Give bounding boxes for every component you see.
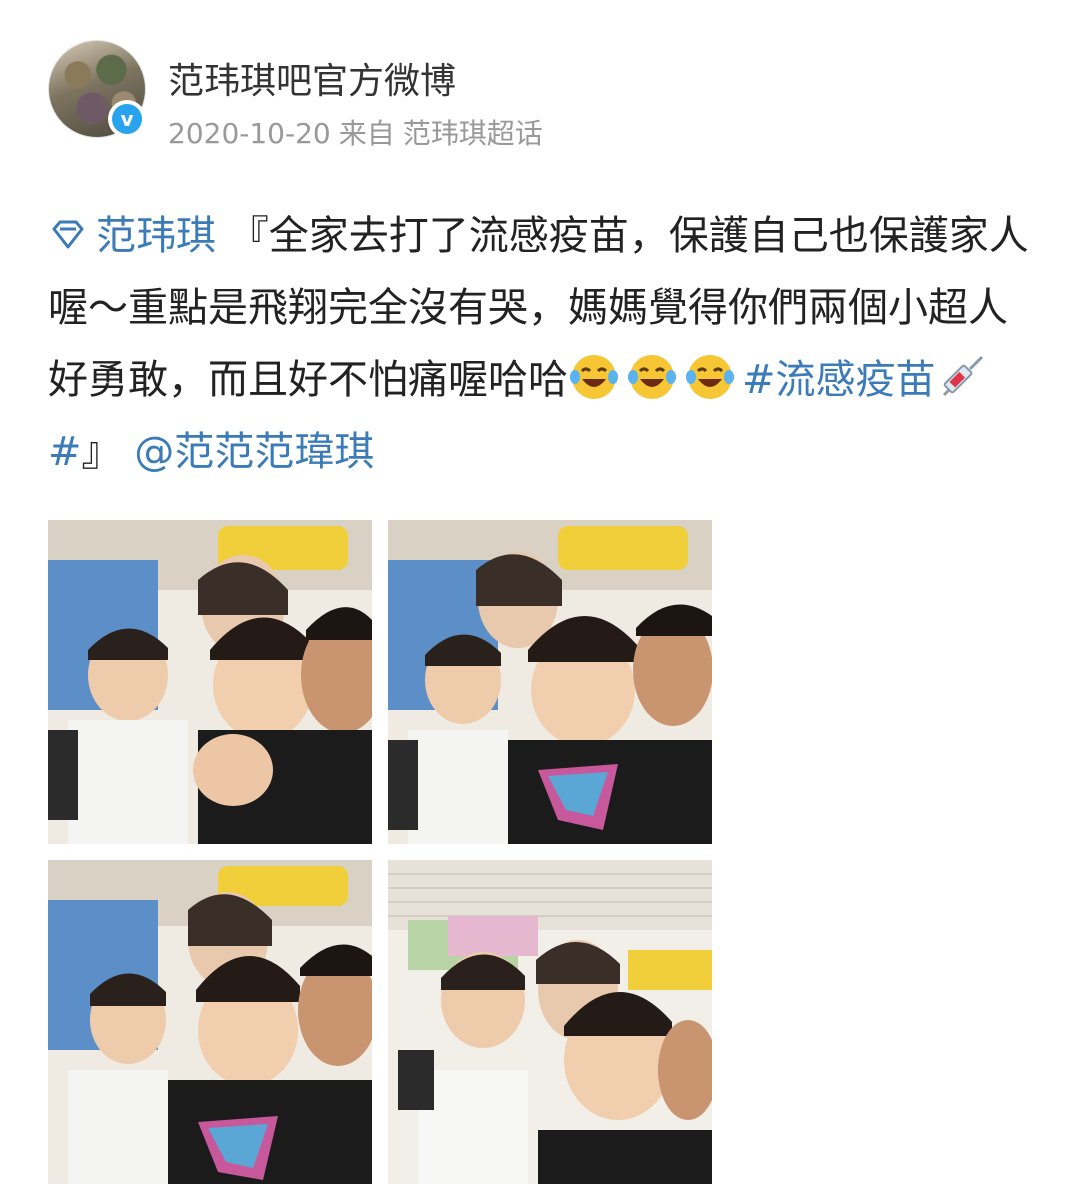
topic-link[interactable]: 范玮琪 [96,213,216,259]
account-name[interactable]: 范玮琪吧官方微博 [168,52,456,104]
supertopic-icon [52,220,84,249]
hashtag-text: #流感疫苗 [742,357,936,403]
syringe-icon [942,355,983,397]
photo-grid [48,520,712,1184]
photo-thumbnail[interactable] [48,860,372,1184]
post-content: 范玮琪 『全家去打了流感疫苗，保護自己也保護家人喔～重點是飛翔完全沒有哭，媽媽覺… [48,200,1038,488]
laughing-crying-emoji [686,355,734,399]
mention-link[interactable]: @范范范瑋琪 [134,429,374,475]
source-prefix: 来自 [338,117,395,150]
source-link[interactable]: 范玮琪超话 [403,117,543,150]
close-quote: 』 [81,429,122,475]
laughing-crying-emoji [570,355,618,399]
verified-badge: v [108,100,146,138]
photo-thumbnail[interactable] [48,520,372,844]
post-header: v 范玮琪吧官方微博 2020-10-20 来自 范玮琪超话 [48,40,1028,160]
verified-icon: v [112,104,142,134]
hashtag-end: # [48,429,82,475]
post-date: 2020-10-20 [168,117,331,150]
laughing-crying-emoji [628,355,676,399]
photo-thumbnail[interactable] [388,520,712,844]
photo-thumbnail[interactable] [388,860,712,1184]
post-meta: 2020-10-20 来自 范玮琪超话 [168,112,551,152]
